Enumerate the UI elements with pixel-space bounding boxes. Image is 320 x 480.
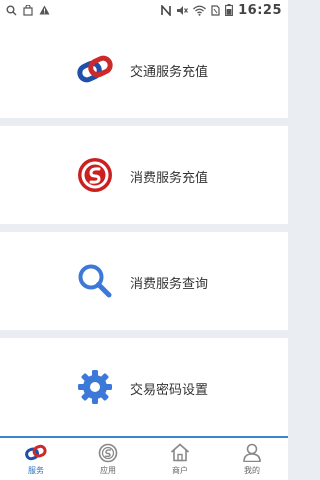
transit-card-icon bbox=[76, 50, 114, 88]
nav-label: 我的 bbox=[244, 465, 260, 475]
nav-label: 应用 bbox=[100, 465, 116, 475]
merchant-icon bbox=[168, 443, 192, 463]
status-time: 16:25 bbox=[238, 2, 282, 18]
search-icon bbox=[6, 5, 17, 16]
nav-label: 商户 bbox=[172, 465, 188, 475]
sim-icon bbox=[211, 4, 220, 16]
nav-label: 服务 bbox=[28, 465, 44, 475]
profile-icon bbox=[240, 443, 264, 463]
bottom-navigation: 服务 应用 商户 我的 bbox=[0, 436, 288, 480]
status-bar-right: 16:25 bbox=[161, 3, 282, 18]
service-password-settings[interactable]: 交易密码设置 bbox=[0, 338, 288, 436]
wifi-icon bbox=[193, 5, 207, 16]
nav-item-service[interactable]: 服务 bbox=[0, 438, 72, 480]
battery-icon bbox=[225, 4, 234, 16]
nav-item-profile[interactable]: 我的 bbox=[216, 438, 288, 480]
service-consumer-recharge[interactable]: 消费服务充值 bbox=[0, 126, 288, 224]
app-icon bbox=[96, 443, 120, 463]
warning-icon bbox=[39, 5, 50, 15]
status-bar-left bbox=[6, 4, 50, 16]
service-label: 消费服务查询 bbox=[130, 277, 209, 292]
nfc-icon bbox=[161, 4, 171, 16]
service-transit-recharge[interactable]: 交通服务充值 bbox=[0, 20, 288, 118]
service-label: 消费服务充值 bbox=[130, 171, 209, 186]
service-consumer-query[interactable]: 消费服务查询 bbox=[0, 232, 288, 330]
gear-icon bbox=[76, 368, 114, 406]
bag-icon bbox=[23, 4, 33, 16]
service-icon bbox=[24, 443, 48, 463]
service-label: 交易密码设置 bbox=[130, 383, 209, 398]
mute-icon bbox=[176, 5, 189, 16]
nav-item-app[interactable]: 应用 bbox=[72, 438, 144, 480]
nav-item-merchant[interactable]: 商户 bbox=[144, 438, 216, 480]
search-icon bbox=[76, 262, 114, 300]
consumer-card-icon bbox=[76, 156, 114, 194]
service-label: 交通服务充值 bbox=[130, 65, 209, 80]
status-bar: 16:25 bbox=[0, 0, 288, 20]
